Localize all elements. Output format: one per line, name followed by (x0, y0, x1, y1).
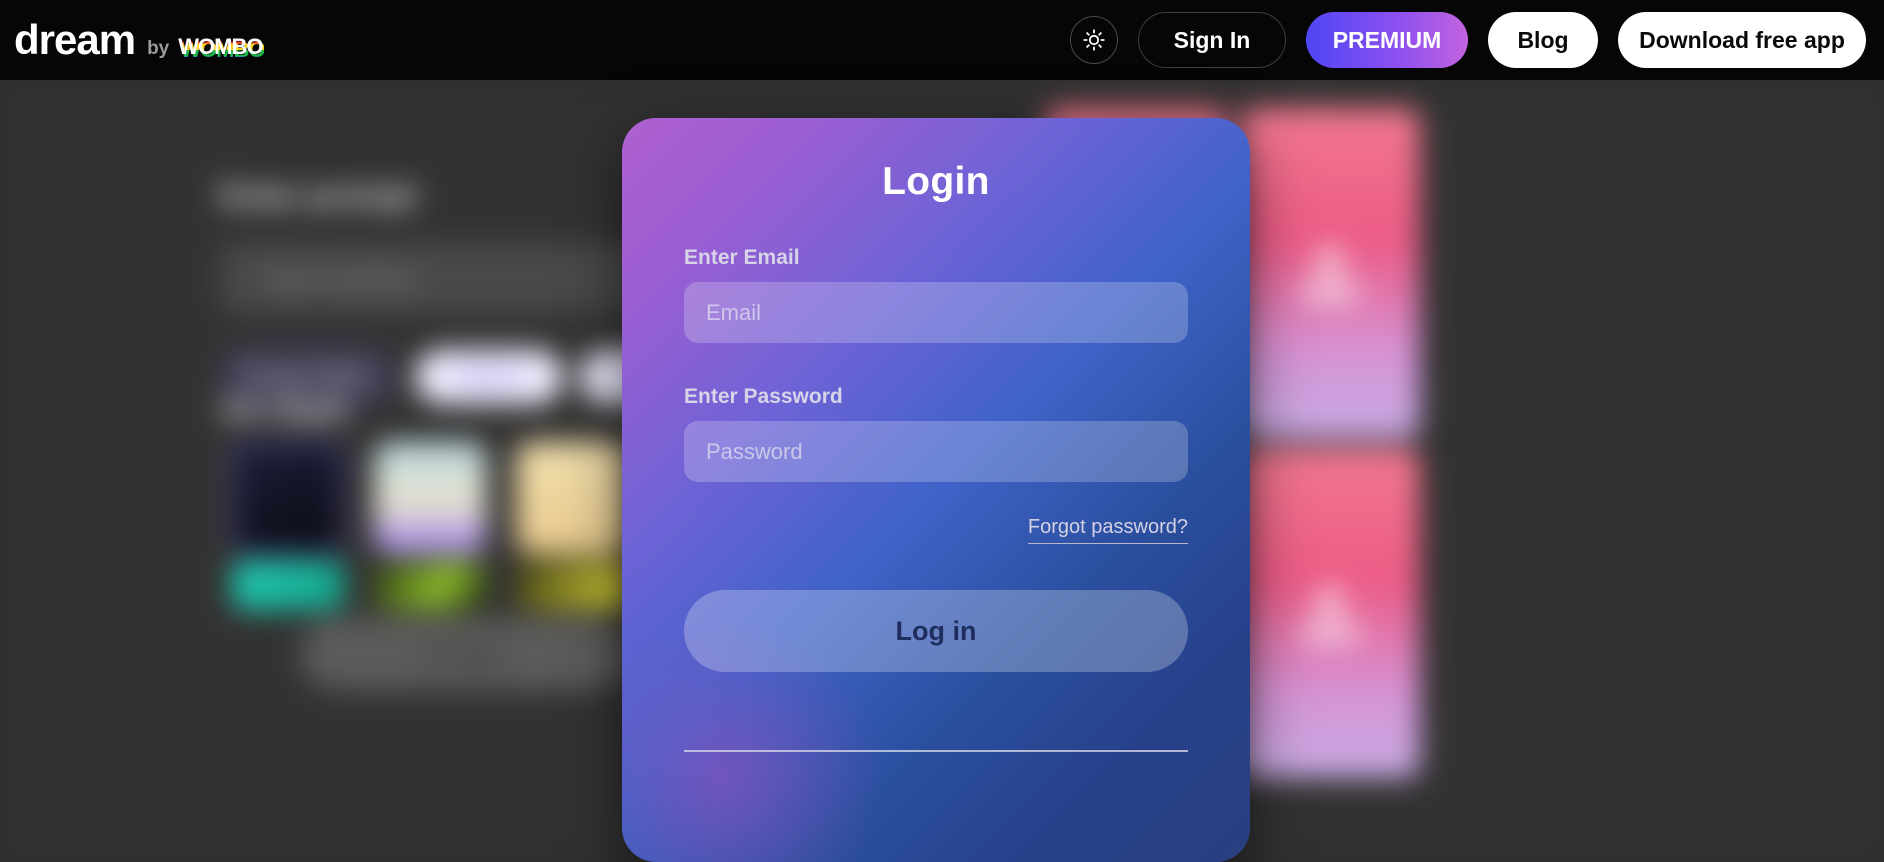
app-root: Enter prompt Type anything Prompt Helper… (0, 0, 1884, 862)
modal-divider (684, 750, 1188, 752)
prompt-input-placeholder: Type anything (260, 265, 416, 293)
top-header-bar: dream by WOMBO WOMBO Sign In PREMIUM Blo (0, 0, 1884, 80)
login-modal: Login Enter Email Enter Password Forgot … (622, 118, 1250, 862)
download-label: Download free app (1639, 26, 1845, 53)
email-field-label: Enter Email (684, 246, 800, 269)
header-actions: Sign In PREMIUM Blog Download free app (1070, 12, 1884, 68)
login-modal-title: Login (882, 160, 990, 203)
create-button-label: Create (424, 638, 506, 669)
placeholder-avatar-icon (1317, 248, 1343, 274)
email-input[interactable] (684, 282, 1188, 343)
prompt-section-label: Enter prompt (220, 178, 418, 213)
blog-button[interactable]: Blog (1488, 12, 1598, 68)
premium-button[interactable]: PREMIUM (1306, 12, 1468, 68)
download-free-app-button[interactable]: Download free app (1618, 12, 1866, 68)
art-style-thumb (232, 442, 344, 554)
sun-brightness-icon[interactable] (1070, 16, 1118, 64)
preview-card (1240, 448, 1420, 778)
logo-wombo-text: WOMBO (178, 34, 263, 59)
premium-label: PREMIUM (1332, 26, 1442, 53)
sign-in-button[interactable]: Sign In (1138, 12, 1286, 68)
art-style-thumb (374, 442, 486, 554)
logo-by-text: by (147, 38, 170, 59)
log-in-button[interactable]: Log in (684, 590, 1188, 672)
chip-label: Upload (456, 366, 522, 387)
placeholder-avatar-icon (1317, 588, 1343, 614)
sun-brightness-icon-svg (1083, 29, 1105, 51)
forgot-password-link[interactable]: Forgot password? (1027, 516, 1188, 544)
logo-dream-text: dream (14, 16, 136, 63)
sign-in-label: Sign In (1173, 26, 1251, 53)
chip-label: Prompt Helper (241, 366, 373, 387)
brand-logo[interactable]: dream by WOMBO WOMBO (14, 16, 265, 63)
art-style-thumb (516, 442, 628, 554)
create-button: Create (300, 618, 630, 690)
blog-label: Blog (1517, 26, 1569, 53)
art-style-thumb (232, 560, 344, 610)
chip-upload: Upload (415, 350, 563, 404)
art-style-thumb (374, 560, 486, 610)
forgot-password-row: Forgot password? (684, 516, 1188, 544)
placeholder-bar-icon (1301, 623, 1359, 641)
login-modal-content: Login Enter Email Enter Password Forgot … (684, 160, 1188, 752)
art-style-thumb (516, 560, 628, 610)
art-style-section-label: Art Style (220, 392, 350, 427)
password-input[interactable] (684, 421, 1188, 482)
placeholder-bar-icon (1301, 283, 1359, 301)
logo-wombo-wrap: WOMBO WOMBO (178, 34, 265, 62)
password-field-label: Enter Password (684, 385, 843, 408)
preview-card (1240, 108, 1420, 438)
